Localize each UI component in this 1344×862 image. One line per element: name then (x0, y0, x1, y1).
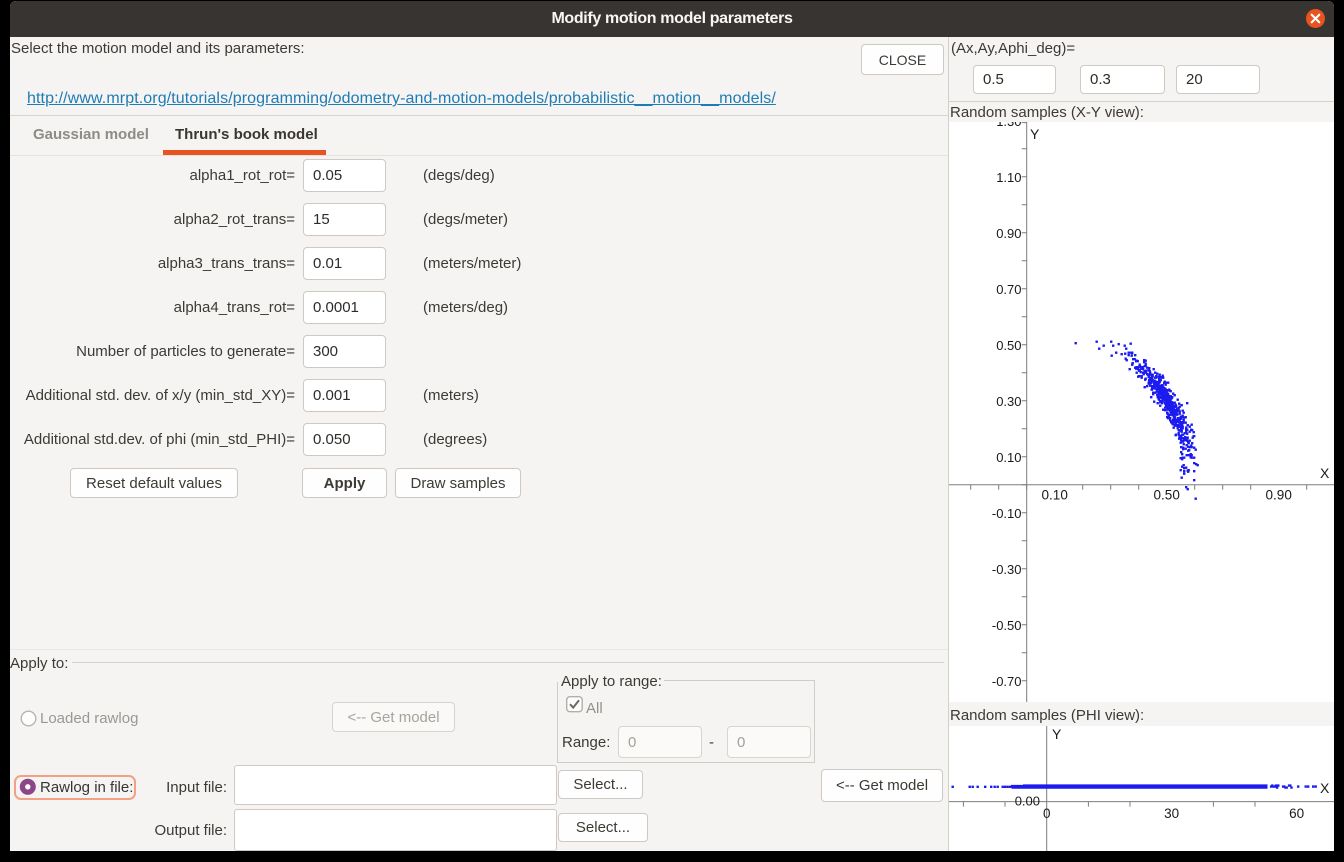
svg-text:1.30: 1.30 (996, 122, 1021, 129)
svg-text:-0.50: -0.50 (992, 618, 1022, 633)
svg-text:-0.10: -0.10 (992, 506, 1022, 521)
svg-text:0.90: 0.90 (1266, 488, 1292, 503)
svg-text:X: X (1320, 465, 1330, 481)
svg-text:1.10: 1.10 (996, 170, 1021, 185)
svg-text:0.50: 0.50 (996, 338, 1021, 353)
svg-text:Y: Y (1052, 726, 1062, 742)
svg-text:X: X (1320, 780, 1330, 796)
svg-text:-0.70: -0.70 (992, 674, 1022, 689)
svg-text:0.00: 0.00 (1015, 794, 1040, 809)
svg-text:0.90: 0.90 (996, 226, 1021, 241)
svg-text:0.10: 0.10 (996, 450, 1021, 465)
svg-text:30: 30 (1164, 806, 1179, 821)
svg-text:Y: Y (1030, 126, 1040, 142)
svg-text:0.70: 0.70 (996, 282, 1021, 297)
svg-text:60: 60 (1289, 806, 1304, 821)
svg-text:0.30: 0.30 (996, 394, 1021, 409)
svg-text:0.50: 0.50 (1154, 488, 1180, 503)
svg-text:-0.30: -0.30 (992, 562, 1022, 577)
svg-text:0.10: 0.10 (1042, 488, 1068, 503)
svg-text:0: 0 (1043, 806, 1051, 821)
